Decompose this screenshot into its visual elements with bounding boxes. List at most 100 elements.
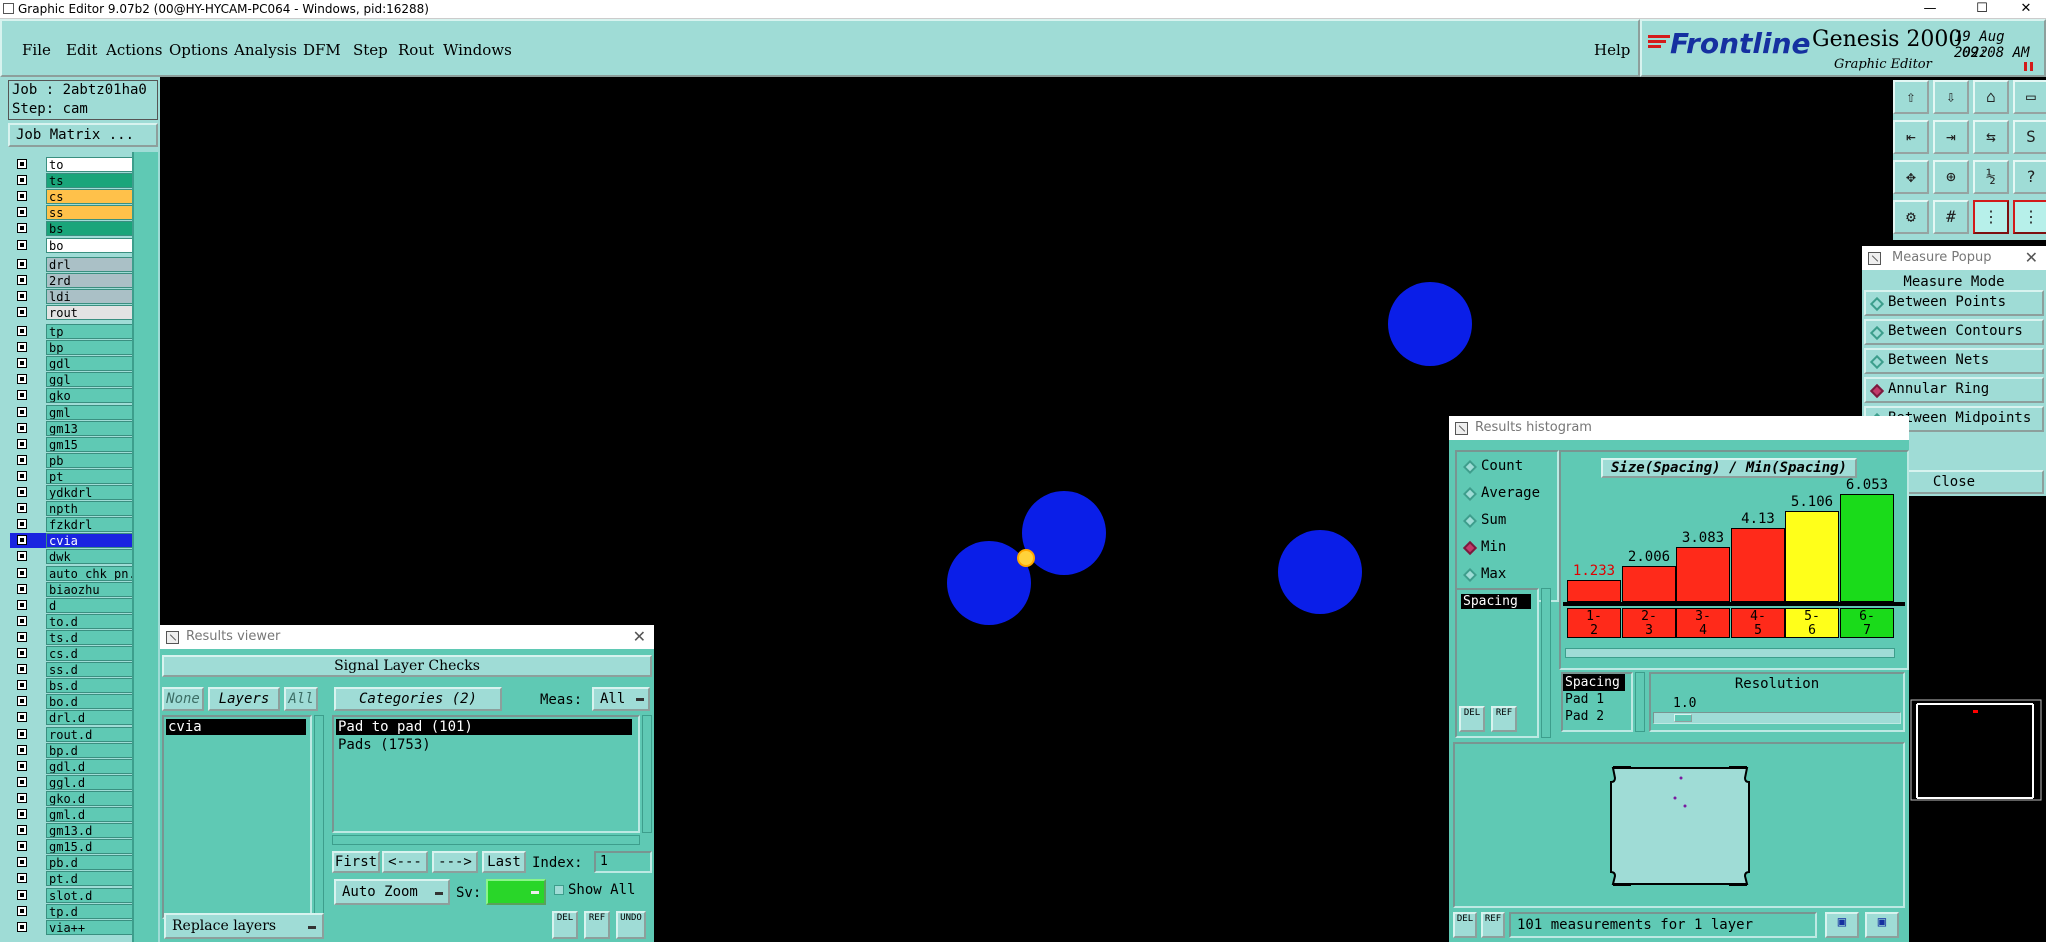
layer-checkbox[interactable] <box>17 776 27 787</box>
layer-checkbox[interactable] <box>17 239 27 250</box>
layer-row[interactable]: gdl.d <box>10 758 138 774</box>
layer-checkbox[interactable] <box>17 599 27 610</box>
layer-name[interactable]: rout <box>46 304 138 320</box>
layer-results-list[interactable]: cvia <box>162 715 312 919</box>
layer-row[interactable]: bo.d <box>10 694 138 710</box>
pad-shape[interactable] <box>1388 282 1472 366</box>
arrow-left-icon[interactable]: ⇤ <box>1893 120 1929 154</box>
none-button[interactable]: None <box>162 687 204 711</box>
radio-icon[interactable] <box>1869 354 1885 370</box>
layer-name[interactable]: cvia <box>46 533 138 549</box>
layer-checkbox[interactable] <box>17 551 27 562</box>
menu-edit[interactable]: Edit <box>66 41 97 59</box>
layer-name[interactable]: pt.d <box>46 871 138 887</box>
ref-icon[interactable]: REF <box>1481 912 1505 938</box>
layer-results-scrollbar[interactable] <box>314 715 324 919</box>
layer-row[interactable]: to <box>10 157 138 172</box>
layer-name[interactable]: bp <box>46 340 138 356</box>
layer-name[interactable]: gm13.d <box>46 823 138 839</box>
auto-zoom-select[interactable]: Auto Zoom <box>334 879 450 905</box>
layer-checkbox[interactable] <box>17 631 27 642</box>
field-pad-1[interactable]: Pad 1 <box>1563 691 1631 708</box>
layer-row[interactable]: ss.d <box>10 662 138 678</box>
layer-checkbox[interactable] <box>17 306 27 317</box>
layers-button[interactable]: Layers <box>208 687 280 711</box>
mode-radio-icon[interactable] <box>1462 540 1478 556</box>
zoom-fit-icon[interactable]: ✥ <box>1893 160 1929 194</box>
layer-name[interactable]: bp.d <box>46 742 138 758</box>
layer-row[interactable]: gm13 <box>10 420 138 436</box>
layer-checkbox[interactable] <box>17 744 27 755</box>
layer-row[interactable]: d <box>10 597 138 613</box>
histogram-bar[interactable] <box>1676 547 1730 602</box>
layer-checkbox[interactable] <box>17 422 27 433</box>
layer-name[interactable]: 2rd <box>46 272 138 288</box>
layer-row[interactable]: cs.d <box>10 646 138 661</box>
layer-name[interactable]: via++ <box>46 919 138 935</box>
measure-option[interactable]: Between Points <box>1864 290 2044 316</box>
layer-row[interactable]: auto_chk_pn. <box>10 565 138 581</box>
layer-checkbox[interactable] <box>17 615 27 626</box>
field-spacing[interactable]: Spacing <box>1563 674 1625 691</box>
layer-row[interactable]: gml <box>10 404 138 420</box>
menu-step[interactable]: Step <box>353 41 388 59</box>
replace-layers-select[interactable]: Replace layers <box>164 913 324 939</box>
layer-checkbox[interactable] <box>17 454 27 465</box>
mode-label[interactable]: Sum <box>1481 512 1506 528</box>
layer-checkbox[interactable] <box>17 680 27 691</box>
category-list[interactable]: Pad to pad (101) Pads (1753) <box>332 715 640 833</box>
layer-checkbox[interactable] <box>17 470 27 481</box>
window-menu-icon[interactable] <box>166 631 179 644</box>
layer-name[interactable]: bo <box>46 237 138 253</box>
del-icon[interactable]: DEL <box>552 911 578 939</box>
field-list-scrollbar[interactable] <box>1635 672 1645 732</box>
measure-close-icon[interactable]: ✕ <box>2025 246 2038 270</box>
layer-checkbox[interactable] <box>17 535 27 546</box>
menu-options[interactable]: Options <box>169 41 228 59</box>
menu-analysis[interactable]: Analysis <box>234 41 297 59</box>
layer-row[interactable]: tp <box>10 324 138 339</box>
layer-name[interactable]: tp <box>46 324 138 339</box>
measure-option[interactable]: Between Contours <box>1864 319 2044 345</box>
layer-checkbox[interactable] <box>17 503 27 514</box>
minimize-button[interactable]: — <box>1910 0 1950 18</box>
ref-icon[interactable]: REF <box>1491 706 1517 732</box>
arrow-right-icon[interactable]: ⇥ <box>1933 120 1969 154</box>
histogram-bar[interactable] <box>1731 528 1785 602</box>
histogram-bar[interactable] <box>1567 580 1621 602</box>
measure-list-item[interactable]: Spacing <box>1461 594 1531 609</box>
measure-option[interactable]: Annular Ring <box>1864 377 2044 403</box>
layer-checkbox[interactable] <box>17 760 27 771</box>
layer-row[interactable]: slot.d <box>10 887 138 903</box>
layer-row[interactable]: to.d <box>10 613 138 629</box>
layer-checkbox[interactable] <box>17 857 27 868</box>
layer-name[interactable]: tp.d <box>46 903 138 919</box>
layer-row[interactable]: pt.d <box>10 871 138 887</box>
histogram-bar[interactable] <box>1840 494 1894 602</box>
resolution-slider[interactable] <box>1653 712 1901 724</box>
layer-checkbox[interactable] <box>17 583 27 594</box>
radio-icon[interactable] <box>1869 383 1885 399</box>
category-item[interactable]: Pads (1753) <box>336 737 636 753</box>
window-menu-icon[interactable] <box>1868 252 1881 265</box>
layer-name[interactable]: gml <box>46 404 138 420</box>
layer-row[interactable]: biaozhu <box>10 581 138 597</box>
del-icon[interactable]: DEL <box>1453 912 1477 938</box>
layer-name[interactable]: ts <box>46 173 138 189</box>
layer-name[interactable]: gdl.d <box>46 758 138 774</box>
ref-icon[interactable]: REF <box>584 911 610 939</box>
layer-checkbox[interactable] <box>17 728 27 739</box>
layer-name[interactable]: drl <box>46 256 138 272</box>
layer-checkbox[interactable] <box>17 274 27 285</box>
layer-row[interactable]: fzkdrl <box>10 517 138 533</box>
layer-checkbox[interactable] <box>17 358 27 369</box>
layer-row[interactable]: npth <box>10 501 138 517</box>
layer-row[interactable]: dwk <box>10 549 138 565</box>
layer-row[interactable]: drl.d <box>10 710 138 726</box>
layer-checkbox[interactable] <box>17 438 27 449</box>
layer-checkbox[interactable] <box>17 487 27 497</box>
export-icon[interactable]: ▣ <box>1865 912 1899 938</box>
layer-name[interactable]: fzkdrl <box>46 517 138 533</box>
layer-name[interactable]: slot.d <box>46 887 138 903</box>
layer-name[interactable]: ydkdrl <box>46 485 138 500</box>
